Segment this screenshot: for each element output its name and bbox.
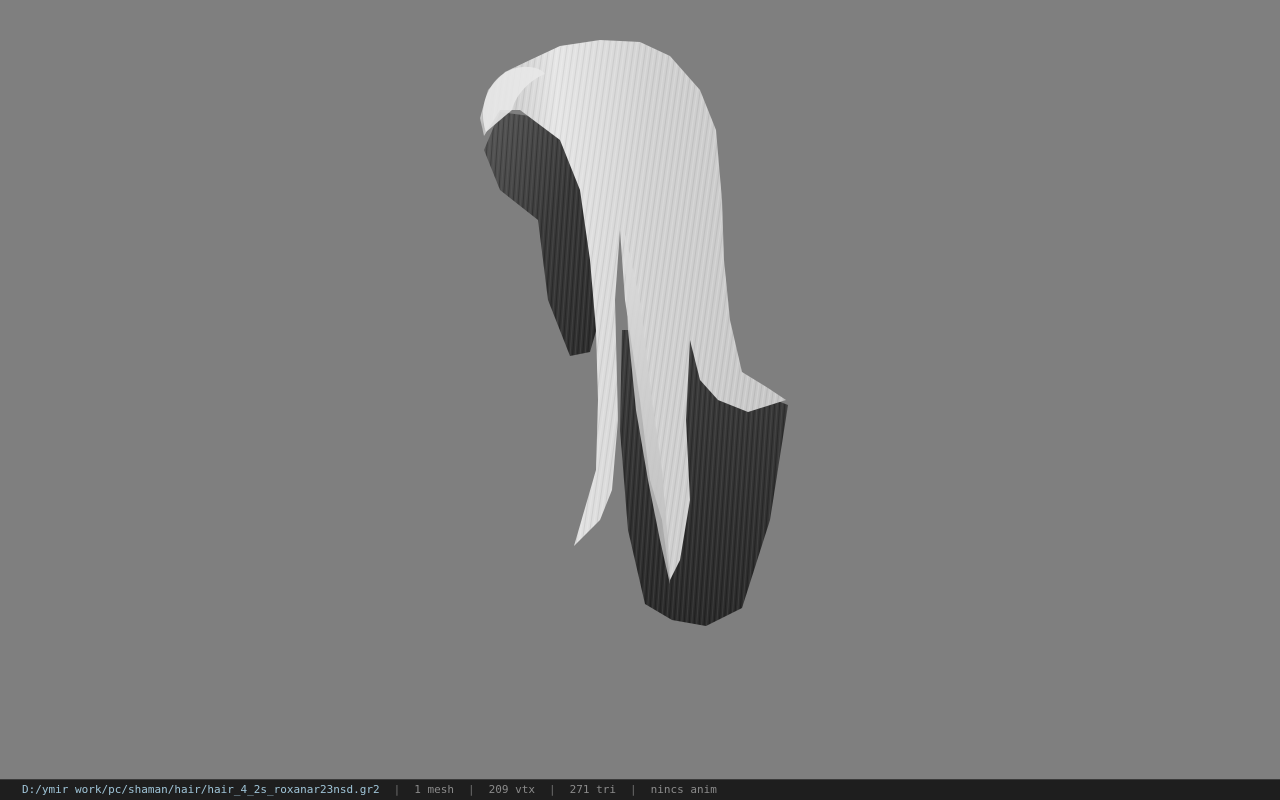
status-separator: |: [629, 783, 637, 796]
hair-model-render: [480, 40, 788, 626]
vertex-count-label: 209 vtx: [488, 783, 535, 796]
status-separator: |: [468, 783, 475, 796]
mesh-count-label: 1 mesh: [414, 783, 454, 796]
animation-status-label: nincs anim: [650, 783, 717, 796]
status-bar: D:/ymir work/pc/shaman/hair/hair_4_2s_ro…: [0, 779, 1280, 800]
3d-viewport[interactable]: [0, 0, 1280, 779]
status-separator: |: [548, 783, 556, 796]
status-separator: |: [393, 783, 401, 796]
file-path-label: D:/ymir work/pc/shaman/hair/hair_4_2s_ro…: [22, 783, 380, 796]
triangle-count-label: 271 tri: [569, 783, 616, 796]
